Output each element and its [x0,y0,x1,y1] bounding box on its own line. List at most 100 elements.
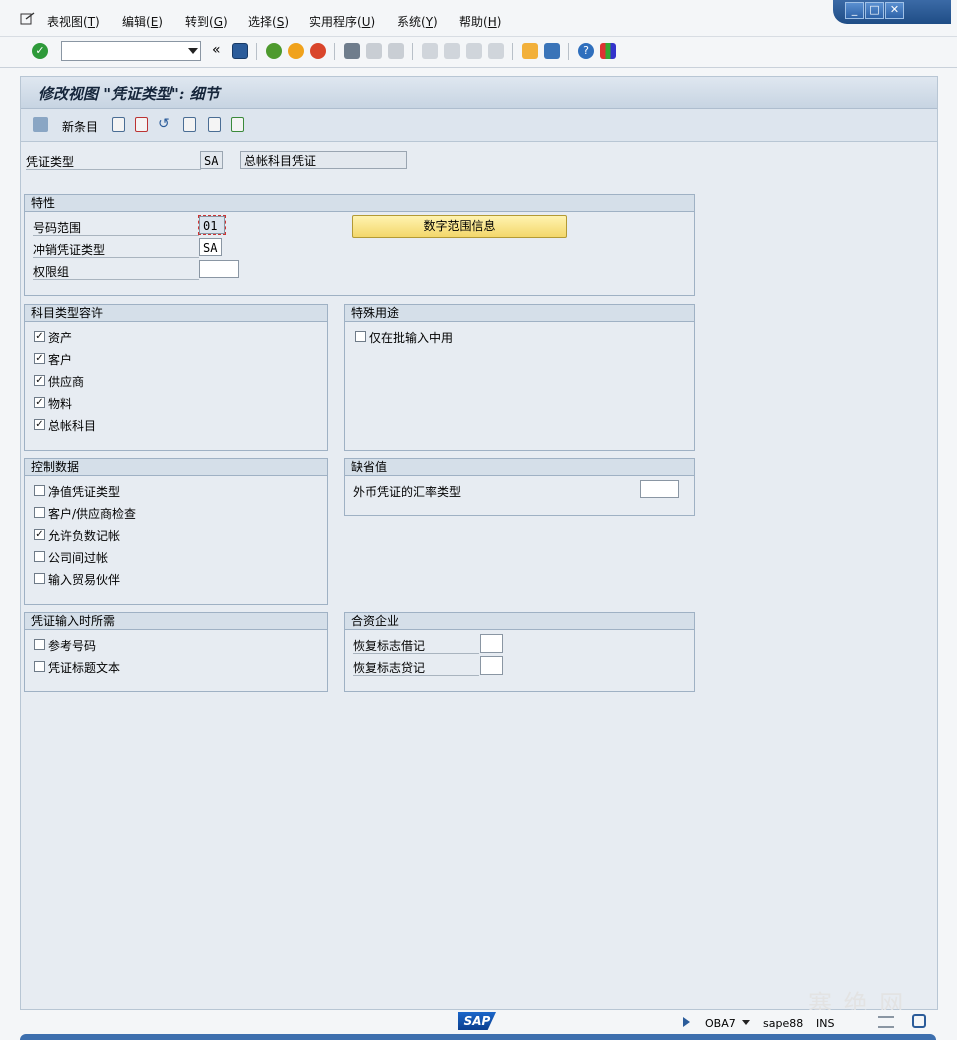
fx-rate-type-label: 外币凭证的汇率类型 [353,485,462,499]
menu-system[interactable]: 系统(Y) [397,13,438,30]
enter-check-icon[interactable]: ✓ [32,43,48,59]
lock-icon[interactable] [912,1014,926,1028]
batch-input-only-label: 仅在批输入中用 [369,331,454,345]
label-underline [353,653,479,654]
select-all-icon[interactable] [231,117,244,132]
checkbox-trading-partner[interactable] [34,573,45,584]
previous-page-icon [444,43,460,59]
negative-postings-label: 允许负数记帐 [48,529,121,543]
checkbox-customers[interactable]: ✓ [34,353,45,364]
find-next-icon [388,43,404,59]
separator [412,43,413,60]
help-icon[interactable]: ? [578,43,594,59]
next-page-icon [466,43,482,59]
checkbox-assets[interactable]: ✓ [34,331,45,342]
next-entry-icon[interactable] [208,117,221,132]
recovery-credit-field[interactable] [480,656,503,675]
maximize-icon[interactable]: □ [865,2,884,19]
collapse-chevron-icon[interactable]: « [212,42,221,58]
reverse-doc-type-field[interactable]: SA [199,238,222,256]
auth-group-label: 权限组 [33,265,70,279]
number-range-info-button[interactable]: 数字范围信息 [352,215,567,238]
close-icon[interactable]: ✕ [885,2,904,19]
previous-entry-icon[interactable] [183,117,196,132]
print-icon[interactable] [344,43,360,59]
menu-edit[interactable]: 编辑(E) [122,13,163,30]
checkbox-doc-header-text[interactable] [34,661,45,672]
undo-icon[interactable]: ↺ [158,117,173,132]
recovery-debit-field[interactable] [480,634,503,653]
cancel-icon[interactable] [310,43,326,59]
back-icon[interactable] [266,43,282,59]
number-range-field[interactable]: 01 [198,215,226,235]
customers-label: 客户 [48,353,73,367]
separator [334,43,335,60]
save-icon[interactable] [232,43,248,59]
command-field[interactable] [61,41,201,61]
vendors-label: 供应商 [48,375,85,389]
assets-label: 资产 [48,331,73,345]
checkbox-gl-account[interactable]: ✓ [34,419,45,430]
menu-utilities[interactable]: 实用程序(U) [309,13,375,30]
number-range-label: 号码范围 [33,221,82,235]
checkbox-net-doc-type[interactable] [34,485,45,496]
label-underline [33,257,199,258]
insert-mode: INS [816,1017,835,1030]
recovery-credit-label: 恢复标志贷记 [353,661,426,675]
copy-icon[interactable] [112,117,125,132]
group-title: 特殊用途 [345,305,694,322]
properties-group: 特性 [24,194,695,296]
auth-group-field[interactable] [199,260,239,278]
checkbox-material[interactable]: ✓ [34,397,45,408]
checkbox-customer-vendor-check[interactable] [34,507,45,518]
main-container: 修改视图 "凭证类型": 细节 新条目 ↺ 凭证类型 SA 总帐科目凭证 特性 … [20,76,938,1010]
menu-goto[interactable]: 转到(G) [185,13,228,30]
checkbox-negative-postings[interactable]: ✓ [34,529,45,540]
checkbox-batch-input-only[interactable] [355,331,366,342]
exit-icon[interactable] [288,43,304,59]
menu-selection[interactable]: 选择(S) [248,13,289,30]
group-title: 合资企业 [345,613,694,630]
fx-rate-type-field[interactable] [640,480,679,498]
checkbox-vendors[interactable]: ✓ [34,375,45,386]
shortcut-icon[interactable] [544,43,560,59]
menu-help[interactable]: 帮助(H) [459,13,501,30]
gl-account-label: 总帐科目 [48,419,97,433]
chevron-down-icon[interactable] [742,1020,750,1025]
minimize-icon[interactable]: _ [845,2,864,19]
status-toggle-icon[interactable] [683,1017,690,1027]
new-session-icon[interactable] [522,43,538,59]
customer-vendor-check-label: 客户/供应商检查 [48,507,137,521]
checkbox-reference-number[interactable] [34,639,45,650]
server-name: sape88 [763,1017,804,1030]
display-change-icon[interactable] [33,117,48,132]
transaction-code: OBA7 [705,1017,736,1030]
intercompany-label: 公司间过帐 [48,551,109,565]
group-title: 缺省值 [345,459,694,476]
customize-layout-icon[interactable] [600,43,616,59]
menu-table-view[interactable]: 表视图(T) [47,13,100,30]
label-underline [33,235,199,236]
separator [512,43,513,60]
chevron-down-icon[interactable] [188,48,198,54]
group-title: 科目类型容许 [25,305,327,322]
group-title: 特性 [25,195,694,212]
label-underline [26,169,201,170]
doc-header-text-label: 凭证标题文本 [48,661,121,675]
find-icon [366,43,382,59]
new-entries-button[interactable]: 新条目 [62,118,98,135]
menu-icon[interactable] [20,12,35,25]
trading-partner-label: 输入贸易伙伴 [48,573,121,587]
group-title: 凭证输入时所需 [25,613,327,630]
doc-type-description: 总帐科目凭证 [240,151,407,169]
title-bar: 修改视图 "凭证类型": 细节 [21,77,937,109]
group-title: 控制数据 [25,459,327,476]
material-label: 物料 [48,397,73,411]
separator [256,43,257,60]
reference-number-label: 参考号码 [48,639,97,653]
delete-icon[interactable] [135,117,148,132]
special-usage-group: 特殊用途 [344,304,695,451]
checkbox-intercompany[interactable] [34,551,45,562]
doc-type-field: SA [200,151,223,169]
first-page-icon [422,43,438,59]
